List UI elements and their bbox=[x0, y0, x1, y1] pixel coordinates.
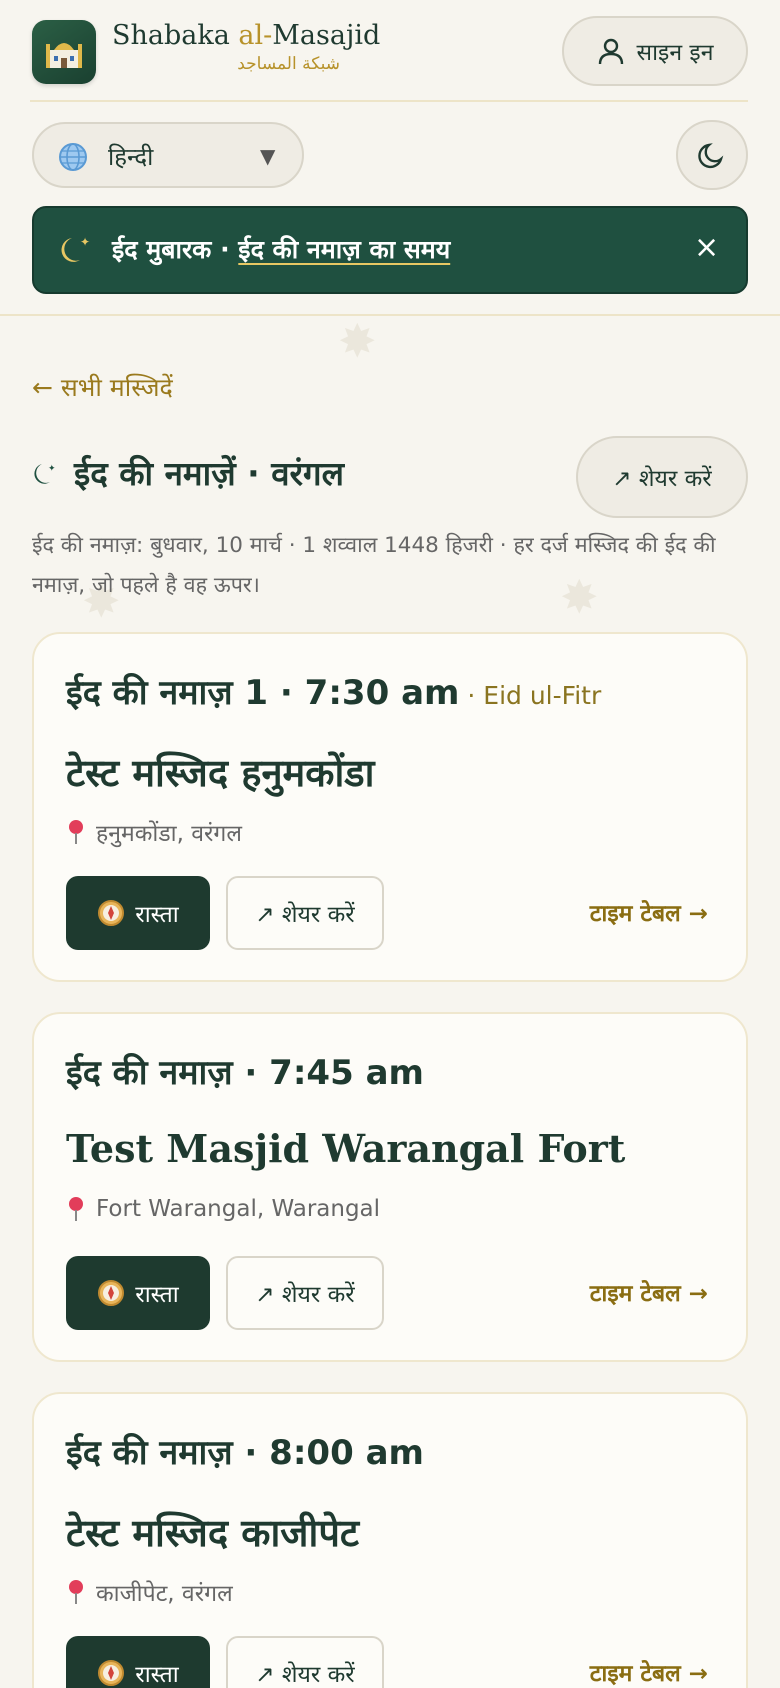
directions-button[interactable]: रास्ता bbox=[66, 1256, 210, 1330]
mosque-logo-icon[interactable] bbox=[32, 20, 96, 84]
mosque-location: हनुमकोंडा, वरंगल bbox=[66, 816, 242, 848]
timetable-link[interactable]: टाइम टेबल → bbox=[590, 1276, 708, 1308]
chevron-down-icon: ▼ bbox=[260, 144, 276, 168]
mosque-location: काजीपेट, वरंगल bbox=[66, 1576, 233, 1608]
app-header: Shabaka al-Masajid شبكة المساجد साइन इन bbox=[0, 0, 780, 100]
svg-text:✦: ✦ bbox=[80, 235, 90, 249]
user-icon bbox=[598, 38, 623, 65]
crescent-icon: ✦ bbox=[34, 463, 56, 484]
share-button[interactable]: ↗ शेयर करें bbox=[226, 876, 384, 950]
prayer-time: ईद की नमाज़ · 8:00 am bbox=[66, 1433, 424, 1473]
occasion-label: · Eid ul-Fitr bbox=[459, 681, 602, 710]
brand-name-arabic: شبكة المساجد bbox=[237, 54, 340, 74]
theme-toggle-button[interactable] bbox=[676, 120, 748, 190]
share-page-button[interactable]: ↗ शेयर करें bbox=[576, 436, 748, 518]
eid-times-link[interactable]: ईद की नमाज़ का समय bbox=[238, 235, 450, 264]
language-select[interactable]: हिन्दी ▼ bbox=[32, 122, 304, 188]
crescent-icon: ✦ bbox=[61, 235, 90, 262]
page-title: ✦ ईद की नमाज़ें · वरंगल bbox=[32, 450, 344, 495]
sign-in-label: साइन इन bbox=[636, 40, 714, 66]
eid-prayer-card: ईद की नमाज़ 1 · 7:30 am · Eid ul-Fitr टे… bbox=[32, 632, 748, 982]
compass-icon bbox=[98, 900, 125, 926]
page-subtitle: ईद की नमाज़: बुधवार, 10 मार्च · 1 शव्वाल… bbox=[32, 533, 716, 598]
pin-icon bbox=[69, 1197, 83, 1221]
sign-in-button[interactable]: साइन इन bbox=[562, 16, 748, 86]
mosque-name[interactable]: Test Masjid Warangal Fort bbox=[66, 1126, 625, 1171]
page-title-text: ईद की नमाज़ें · वरंगल bbox=[74, 454, 344, 493]
eid-prayer-card: ईद की नमाज़ · 8:00 am टेस्ट मस्जिद काजीप… bbox=[32, 1392, 748, 1688]
back-all-mosques-link[interactable]: ← सभी मस्जिदें bbox=[32, 370, 173, 404]
eid-banner: ✦ ईद मुबारक · ईद की नमाज़ का समय × bbox=[32, 206, 748, 294]
compass-icon bbox=[98, 1280, 125, 1306]
moon-icon bbox=[698, 143, 724, 169]
brand-name: Shabaka al-Masajid bbox=[112, 20, 381, 51]
prayer-time: ईद की नमाज़ · 7:45 am bbox=[66, 1053, 424, 1093]
close-icon[interactable]: × bbox=[694, 230, 719, 265]
compass-icon bbox=[98, 1660, 125, 1686]
background-star-decoration: ✸ bbox=[338, 314, 377, 368]
mosque-name[interactable]: टेस्ट मस्जिद काजीपेट bbox=[66, 1506, 359, 1558]
header-divider bbox=[30, 100, 748, 102]
pin-icon bbox=[69, 820, 83, 844]
language-selected-label: हिन्दी bbox=[108, 143, 154, 171]
banner-text: ईद मुबारक · ईद की नमाज़ का समय bbox=[112, 235, 451, 264]
svg-text:✦: ✦ bbox=[48, 464, 56, 474]
share-button[interactable]: ↗ शेयर करें bbox=[226, 1636, 384, 1688]
share-button[interactable]: ↗ शेयर करें bbox=[226, 1256, 384, 1330]
directions-button[interactable]: रास्ता bbox=[66, 876, 210, 950]
mosque-location: Fort Warangal, Warangal bbox=[66, 1196, 380, 1222]
timetable-link[interactable]: टाइम टेबल → bbox=[590, 896, 708, 928]
timetable-link[interactable]: टाइम टेबल → bbox=[590, 1656, 708, 1688]
pin-icon bbox=[69, 1580, 83, 1604]
directions-button[interactable]: रास्ता bbox=[66, 1636, 210, 1688]
prayer-time: ईद की नमाज़ 1 · 7:30 am · Eid ul-Fitr bbox=[66, 673, 602, 713]
globe-icon bbox=[59, 143, 87, 171]
mosque-name[interactable]: टेस्ट मस्जिद हनुमकोंडा bbox=[66, 746, 374, 798]
eid-prayer-card: ईद की नमाज़ · 7:45 am Test Masjid Warang… bbox=[32, 1012, 748, 1362]
section-divider bbox=[0, 314, 780, 316]
